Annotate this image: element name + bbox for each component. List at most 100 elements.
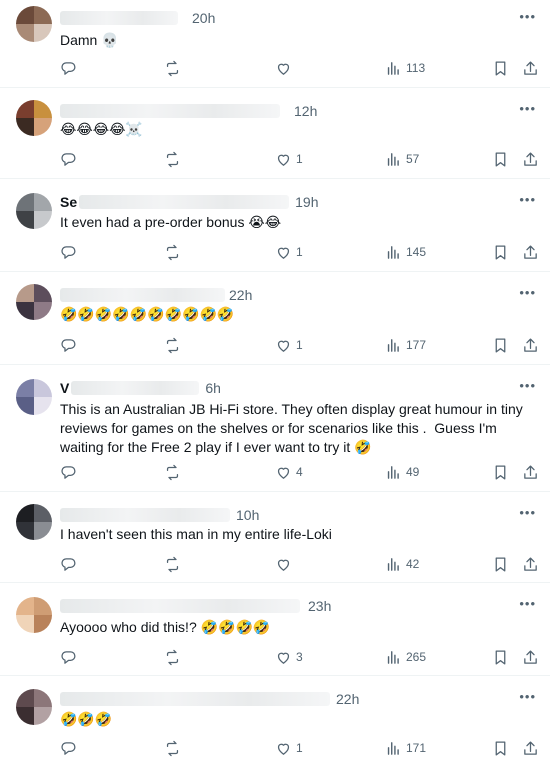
more-options-icon[interactable]: •••	[519, 286, 536, 299]
share-button[interactable]	[522, 461, 539, 483]
post-text: 🤣🤣🤣🤣🤣🤣🤣🤣🤣🤣	[60, 306, 235, 322]
avatar[interactable]	[16, 379, 52, 415]
reply-post[interactable]: 22h ••• 🤣🤣🤣 1 171	[0, 676, 550, 772]
views-button[interactable]: 113	[385, 57, 425, 79]
like-button[interactable]	[275, 57, 296, 79]
more-options-icon[interactable]: •••	[519, 597, 536, 610]
share-button[interactable]	[522, 148, 539, 170]
reply-button[interactable]	[60, 461, 81, 483]
redacted-username	[60, 692, 330, 706]
like-button[interactable]: 1	[275, 334, 303, 356]
timestamp[interactable]: 10h	[236, 507, 259, 523]
repost-button[interactable]	[164, 334, 181, 356]
avatar-pixel	[34, 689, 52, 707]
repost-icon	[166, 740, 179, 756]
post-header: 10h	[60, 506, 259, 524]
share-button[interactable]	[522, 553, 539, 575]
avatar[interactable]	[16, 504, 52, 540]
more-options-icon[interactable]: •••	[519, 379, 536, 392]
share-button[interactable]	[522, 737, 539, 759]
views-count: 265	[406, 650, 427, 664]
avatar-pixel	[16, 211, 34, 229]
bookmark-button[interactable]	[492, 241, 509, 263]
repost-button[interactable]	[164, 57, 181, 79]
repost-button[interactable]	[164, 241, 181, 263]
repost-icon	[166, 337, 179, 353]
reply-button[interactable]	[60, 148, 81, 170]
display-name[interactable]: V	[60, 380, 69, 396]
reply-button[interactable]	[60, 334, 81, 356]
like-button[interactable]	[275, 553, 296, 575]
avatar[interactable]	[16, 689, 52, 725]
like-icon	[277, 340, 290, 352]
bookmark-button[interactable]	[492, 553, 509, 575]
reply-button[interactable]	[60, 553, 81, 575]
avatar[interactable]	[16, 6, 52, 42]
more-options-icon[interactable]: •••	[519, 506, 536, 519]
like-button[interactable]: 1	[275, 148, 303, 170]
timestamp[interactable]: 22h	[229, 287, 252, 303]
repost-button[interactable]	[164, 553, 181, 575]
views-button[interactable]: 57	[385, 148, 419, 170]
more-options-icon[interactable]: •••	[519, 193, 536, 206]
avatar[interactable]	[16, 193, 52, 229]
avatar-pixel	[34, 302, 52, 320]
reply-icon	[61, 741, 76, 755]
avatar-pixel	[16, 193, 34, 211]
reply-post[interactable]: 10h ••• I haven't seen this man in my en…	[0, 492, 550, 583]
reply-post[interactable]: 22h ••• 🤣🤣🤣🤣🤣🤣🤣🤣🤣🤣 1 177	[0, 272, 550, 365]
views-button[interactable]: 42	[385, 553, 419, 575]
avatar-pixel	[34, 397, 52, 415]
repost-button[interactable]	[164, 148, 181, 170]
views-button[interactable]: 177	[385, 334, 426, 356]
reply-button[interactable]	[60, 241, 81, 263]
post-header: 20h	[60, 9, 215, 27]
repost-button[interactable]	[164, 461, 181, 483]
views-button[interactable]: 145	[385, 241, 426, 263]
reply-post[interactable]: 12h ••• 😂😂😂😂☠️ 1 57	[0, 88, 550, 179]
bookmark-button[interactable]	[492, 646, 509, 668]
reply-button[interactable]	[60, 57, 81, 79]
avatar[interactable]	[16, 284, 52, 320]
reply-post[interactable]: Se 19h ••• It even had a pre-order bonus…	[0, 179, 550, 272]
share-button[interactable]	[522, 334, 539, 356]
timestamp[interactable]: 19h	[295, 194, 318, 210]
bookmark-button[interactable]	[492, 334, 509, 356]
timestamp[interactable]: 23h	[308, 598, 331, 614]
like-button[interactable]: 1	[275, 737, 303, 759]
timestamp[interactable]: 22h	[336, 691, 359, 707]
action-bar: 4 49	[52, 461, 542, 483]
views-button[interactable]: 265	[385, 646, 426, 668]
more-options-icon[interactable]: •••	[519, 690, 536, 703]
like-button[interactable]: 4	[275, 461, 303, 483]
more-options-icon[interactable]: •••	[519, 10, 536, 23]
share-icon	[524, 464, 537, 479]
bookmark-button[interactable]	[492, 461, 509, 483]
reply-post[interactable]: V 6h ••• This is an Australian JB Hi-Fi …	[0, 365, 550, 492]
bookmark-button[interactable]	[492, 148, 509, 170]
timestamp[interactable]: 20h	[192, 10, 215, 26]
views-button[interactable]: 49	[385, 461, 419, 483]
display-name[interactable]: Se	[60, 194, 77, 210]
reply-post[interactable]: 20h ••• Damn 💀 113	[0, 0, 550, 88]
timestamp[interactable]: 6h	[205, 380, 221, 396]
reply-button[interactable]	[60, 737, 81, 759]
like-button[interactable]: 1	[275, 241, 303, 263]
reply-button[interactable]	[60, 646, 81, 668]
more-options-icon[interactable]: •••	[519, 102, 536, 115]
avatar[interactable]	[16, 100, 52, 136]
reply-post[interactable]: 23h ••• Ayoooo who did this!? 🤣🤣🤣🤣 3 265	[0, 583, 550, 676]
like-button[interactable]: 3	[275, 646, 303, 668]
share-button[interactable]	[522, 241, 539, 263]
post-header: 23h	[60, 597, 331, 615]
bookmark-button[interactable]	[492, 737, 509, 759]
timestamp[interactable]: 12h	[294, 103, 317, 119]
repost-button[interactable]	[164, 737, 181, 759]
share-button[interactable]	[522, 57, 539, 79]
avatar[interactable]	[16, 597, 52, 633]
views-icon	[387, 245, 399, 259]
share-button[interactable]	[522, 646, 539, 668]
views-button[interactable]: 171	[385, 737, 426, 759]
repost-button[interactable]	[164, 646, 181, 668]
bookmark-button[interactable]	[492, 57, 509, 79]
